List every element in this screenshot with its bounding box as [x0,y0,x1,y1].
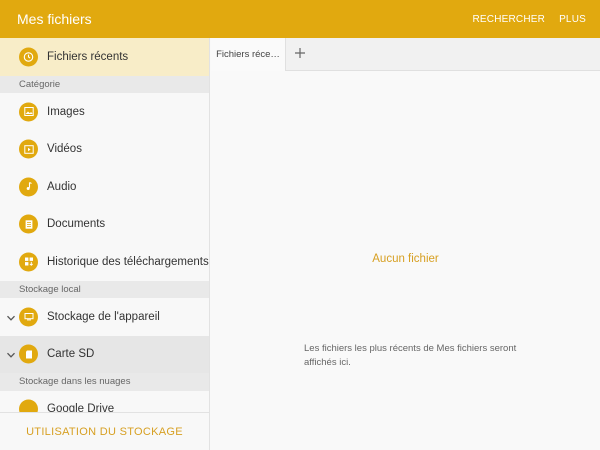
empty-state-description: Les fichiers les plus récents de Mes fic… [304,343,517,368]
storage-usage-button[interactable]: UTILISATION DU STOCKAGE [0,412,209,450]
music-note-icon [19,177,38,197]
file-content-area: Aucun fichier Les fichiers les plus réce… [211,71,600,450]
more-button[interactable]: PLUS [559,14,586,25]
tab-recent-files[interactable]: Fichiers réce… [211,38,286,71]
sidebar-item-videos[interactable]: Vidéos [0,131,209,169]
tab-bar: Fichiers réce… [211,38,600,71]
sidebar-item-label: Audio [47,180,77,193]
sidebar-item-label: Images [47,105,85,118]
video-icon [19,139,38,159]
image-icon [19,102,38,122]
section-header-cloud-storage: Stockage dans les nuages [0,373,209,391]
sidebar-item-sd-card[interactable]: Carte SD [0,335,209,373]
app-title: Mes fichiers [17,11,92,27]
clock-icon [19,47,38,67]
search-button[interactable]: RECHERCHER [473,14,546,25]
plus-icon [294,46,306,64]
app-bar: Mes fichiers RECHERCHER PLUS [0,0,600,38]
sidebar-item-audio[interactable]: Audio [0,168,209,206]
sidebar-item-label: Documents [47,218,106,231]
document-icon [19,214,38,234]
download-history-icon [19,252,38,272]
sidebar-item-label: Vidéos [47,143,82,156]
sidebar-item-device-storage[interactable]: Stockage de l'appareil [0,298,209,336]
sidebar-item-recent-files[interactable]: Fichiers récents [0,38,209,76]
add-tab-button[interactable] [286,38,313,71]
sidebar-item-label: Fichiers récents [47,50,129,63]
chevron-down-icon[interactable] [5,348,17,360]
device-storage-icon [19,307,38,327]
empty-state-title: Aucun fichier [372,253,439,265]
section-header-local-storage: Stockage local [0,280,209,298]
sidebar: Fichiers récents Catégorie Images Vidéos… [0,38,210,450]
sidebar-item-label: Carte SD [47,348,95,361]
sidebar-item-download-history[interactable]: Historique des téléchargements [0,243,209,281]
tab-label: Fichiers réce… [216,49,280,60]
sidebar-item-documents[interactable]: Documents [0,206,209,244]
chevron-down-icon[interactable] [5,311,17,323]
sidebar-item-images[interactable]: Images [0,93,209,131]
sd-card-icon [19,344,38,364]
sidebar-item-label: Stockage de l'appareil [47,310,160,323]
sidebar-item-label: Historique des téléchargements [47,255,209,268]
section-header-category: Catégorie [0,75,209,93]
